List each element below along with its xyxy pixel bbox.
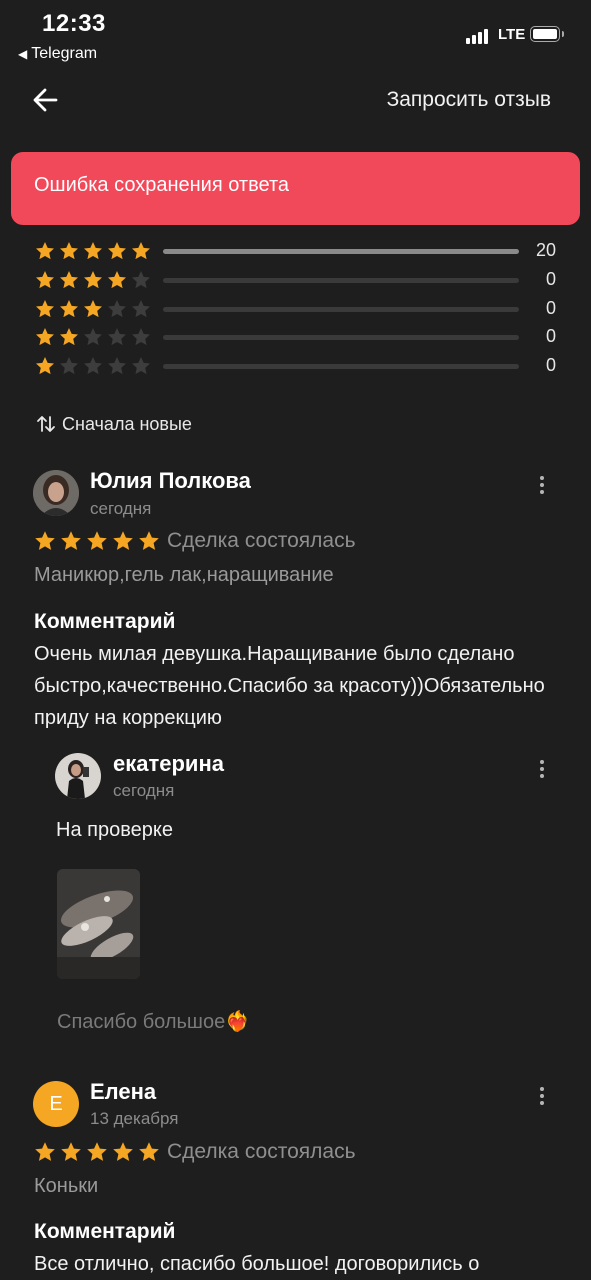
reply-author: екатерина: [113, 751, 224, 776]
star-icon: [82, 240, 106, 262]
deal-status: Сделка состоялась: [167, 1140, 356, 1163]
comment-title: Комментарий: [34, 610, 176, 633]
rating-stars: [34, 240, 154, 262]
star-icon: [59, 529, 85, 553]
service-label: Маникюр,гель лак,наращивание: [34, 564, 334, 586]
rating-stars: [34, 298, 154, 320]
star-icon: [106, 326, 130, 348]
star-icon: [111, 529, 137, 553]
rating-count: 20: [535, 240, 556, 260]
status-bar: 12:33 ◀ Telegram LTE: [0, 0, 591, 70]
status-time: 12:33: [42, 10, 106, 37]
star-icon: [34, 240, 58, 262]
comment-text: Все отлично, спасибо большое! договорили…: [34, 1253, 480, 1275]
rating-bar: [163, 306, 519, 312]
star-icon: [130, 240, 154, 262]
review-date: 13 декабря: [90, 1109, 179, 1128]
star-icon: [85, 529, 111, 553]
star-icon: [33, 1140, 59, 1164]
rating-row-1: 0: [34, 353, 564, 381]
review-date: сегодня: [90, 499, 152, 518]
star-icon: [59, 1140, 85, 1164]
star-icon: [111, 1140, 137, 1164]
star-icon: [82, 269, 106, 291]
star-icon: [34, 269, 58, 291]
star-icon: [130, 355, 154, 377]
rating-row-5: 20: [34, 238, 564, 266]
more-vertical-icon[interactable]: [530, 754, 554, 784]
star-icon: [130, 269, 154, 291]
rating-bar: [163, 364, 519, 370]
avatar[interactable]: Е: [33, 1081, 79, 1127]
star-icon: [85, 1140, 111, 1164]
request-review-button[interactable]: Запросить отзыв: [387, 88, 551, 112]
rating-count: 0: [545, 297, 556, 318]
star-icon: [106, 298, 130, 320]
rating-row-3: 0: [34, 296, 564, 324]
deal-status: Сделка состоялась: [167, 529, 356, 552]
reply-text: Спасибо большое❤️‍🔥: [57, 1011, 251, 1033]
rating-bar: [163, 249, 519, 254]
network-label: LTE: [498, 26, 526, 43]
star-icon: [106, 269, 130, 291]
avatar[interactable]: [33, 470, 79, 516]
error-banner: Ошибка сохранения ответа: [11, 152, 580, 225]
top-nav: Запросить отзыв: [0, 76, 591, 128]
back-to-app-link[interactable]: ◀ Telegram: [18, 45, 97, 63]
back-arrow-icon[interactable]: [30, 84, 62, 116]
battery-icon: [530, 26, 564, 42]
review-stars: [33, 529, 163, 553]
star-icon: [137, 529, 163, 553]
review-author: Елена: [90, 1079, 157, 1104]
service-label: Коньки: [34, 1175, 99, 1197]
star-icon: [58, 298, 82, 320]
reply-status: На проверке: [56, 819, 173, 841]
rating-bar: [163, 335, 519, 341]
star-icon: [106, 240, 130, 262]
reply-date: сегодня: [113, 781, 175, 800]
rating-stars: [34, 355, 154, 377]
star-icon: [82, 326, 106, 348]
rating-bar: [163, 277, 519, 283]
star-icon: [58, 355, 82, 377]
error-message: Ошибка сохранения ответа: [34, 174, 289, 196]
back-app-label: Telegram: [31, 45, 98, 62]
rating-count: 0: [545, 355, 556, 376]
star-icon: [82, 355, 106, 377]
review-stars: [33, 1140, 163, 1164]
comment-title: Комментарий: [34, 1220, 176, 1243]
rating-count: 0: [545, 268, 556, 289]
avatar-letter: Е: [49, 1092, 63, 1115]
star-icon: [82, 298, 106, 320]
signal-icon: [466, 28, 492, 44]
sort-icon: [37, 416, 55, 432]
rating-row-4: 0: [34, 267, 564, 295]
star-icon: [58, 240, 82, 262]
star-icon: [130, 326, 154, 348]
star-icon: [33, 529, 59, 553]
sort-button[interactable]: Сначала новые: [36, 414, 192, 435]
rating-count: 0: [545, 326, 556, 347]
star-icon: [58, 269, 82, 291]
rating-row-2: 0: [34, 324, 564, 352]
reply-photo[interactable]: [57, 869, 140, 979]
star-icon: [130, 298, 154, 320]
rating-stars: [34, 326, 154, 348]
reply-avatar[interactable]: [55, 753, 101, 799]
star-icon: [34, 326, 58, 348]
back-triangle-icon: ◀: [18, 47, 28, 61]
star-icon: [58, 326, 82, 348]
star-icon: [106, 355, 130, 377]
rating-stars: [34, 269, 154, 291]
more-vertical-icon[interactable]: [530, 1081, 554, 1111]
review-author: Юлия Полкова: [90, 468, 251, 493]
star-icon: [34, 355, 58, 377]
star-icon: [34, 298, 58, 320]
sort-label: Сначала новые: [62, 414, 192, 434]
more-vertical-icon[interactable]: [530, 470, 554, 500]
comment-text: Очень милая девушка.Наращивание было сде…: [34, 643, 545, 729]
star-icon: [137, 1140, 163, 1164]
